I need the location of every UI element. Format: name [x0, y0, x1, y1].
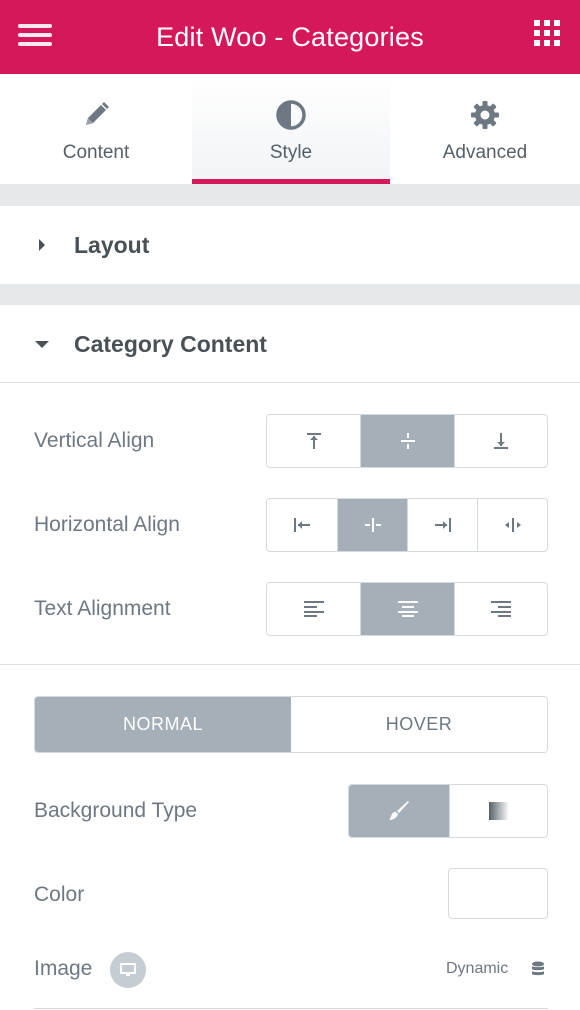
- image-label: Image: [34, 957, 93, 980]
- caret-down-icon: [34, 336, 50, 352]
- tab-content-label: Content: [62, 142, 130, 163]
- divider: [0, 664, 580, 665]
- grid-apps-icon[interactable]: [534, 20, 560, 46]
- caret-right-icon: [34, 237, 50, 253]
- editor-header: Edit Woo - Categories: [0, 0, 580, 74]
- align-center-icon[interactable]: [337, 499, 407, 551]
- background-type-choices: [348, 784, 548, 838]
- align-middle-icon[interactable]: [360, 415, 454, 467]
- text-align-left-icon[interactable]: [267, 583, 360, 635]
- background-type-label: Background Type: [34, 799, 198, 822]
- align-bottom-icon[interactable]: [454, 415, 547, 467]
- text-align-right-icon[interactable]: [454, 583, 547, 635]
- align-stretch-icon[interactable]: [477, 499, 547, 551]
- text-alignment-label: Text Alignment: [34, 597, 171, 620]
- align-left-icon[interactable]: [267, 499, 337, 551]
- tab-normal[interactable]: NORMAL: [35, 697, 291, 752]
- horizontal-align-label: Horizontal Align: [34, 513, 180, 536]
- gear-icon: [470, 100, 500, 130]
- panel-title: Edit Woo - Categories: [156, 21, 424, 52]
- align-top-icon[interactable]: [267, 415, 360, 467]
- section-separator: [0, 284, 580, 305]
- classic-brush-icon[interactable]: [349, 785, 449, 837]
- divider: [0, 382, 580, 383]
- section-category-content-toggle[interactable]: Category Content: [0, 305, 580, 383]
- tab-advanced[interactable]: Advanced: [390, 74, 580, 184]
- align-right-icon[interactable]: [407, 499, 477, 551]
- text-align-center-icon[interactable]: [360, 583, 454, 635]
- tab-hover[interactable]: HOVER: [291, 697, 547, 752]
- pencil-icon: [81, 100, 111, 130]
- color-label: Color: [34, 883, 85, 906]
- half-circle-contrast-icon: [276, 100, 306, 130]
- dynamic-tags-link[interactable]: Dynamic: [446, 960, 508, 978]
- tab-advanced-label: Advanced: [442, 142, 528, 163]
- section-category-content-label: Category Content: [74, 330, 267, 357]
- tab-style[interactable]: Style: [192, 74, 390, 184]
- state-tabs: NORMAL HOVER: [34, 696, 548, 753]
- section-layout-label: Layout: [74, 231, 150, 258]
- hamburger-menu-icon[interactable]: [18, 22, 52, 50]
- text-alignment-choices: [266, 582, 548, 636]
- section-separator: [0, 184, 580, 206]
- database-icon[interactable]: [530, 960, 546, 980]
- tab-content[interactable]: Content: [0, 74, 192, 184]
- panel-tabs: Content Style Advanced: [0, 74, 580, 184]
- tab-style-label: Style: [269, 142, 313, 163]
- color-picker-swatch[interactable]: [448, 868, 548, 919]
- gradient-icon[interactable]: [449, 785, 547, 837]
- horizontal-align-choices: [266, 498, 548, 552]
- section-layout-toggle[interactable]: Layout: [0, 206, 580, 284]
- divider: [34, 1008, 548, 1009]
- vertical-align-label: Vertical Align: [34, 429, 155, 452]
- vertical-align-choices: [266, 414, 548, 468]
- desktop-monitor-icon[interactable]: [110, 952, 146, 988]
